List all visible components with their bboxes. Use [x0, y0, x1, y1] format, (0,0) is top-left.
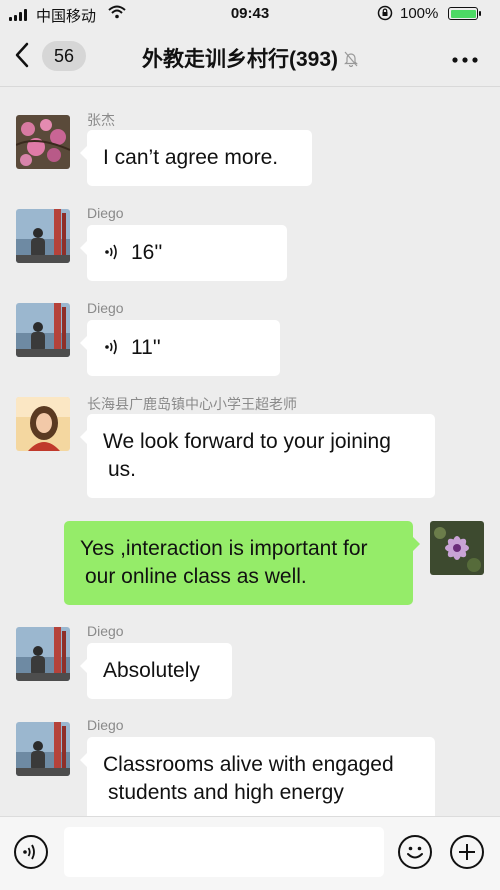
avatar[interactable]: [16, 303, 70, 357]
sender-name: 长海县广鹿岛镇中心小学王超老师: [87, 396, 297, 412]
message-bubble[interactable]: We look forward to your joining us.: [80, 414, 435, 498]
chat-title: 外教走训乡村行(393): [0, 43, 500, 73]
emoji-icon[interactable]: [398, 835, 432, 869]
message-text-line: students and high energy: [108, 781, 344, 804]
voice-duration: 11'': [131, 336, 161, 359]
message-text: Absolutely: [103, 659, 200, 682]
plus-icon[interactable]: [450, 835, 484, 869]
voice-message-bubble[interactable]: 11'': [80, 320, 280, 376]
message-text-line: our online class as well.: [85, 565, 307, 588]
message-bubble[interactable]: I can’t agree more.: [80, 130, 312, 186]
message-input[interactable]: [64, 827, 384, 877]
voice-duration: 16'': [131, 241, 163, 264]
avatar[interactable]: [430, 521, 484, 575]
orientation-lock-icon: [377, 5, 393, 25]
message-text-line: Classrooms alive with engaged: [103, 753, 394, 776]
message-list[interactable]: 张杰 I can’t agree more. Diego 16'' Diego …: [0, 87, 500, 816]
voice-message-bubble[interactable]: 16'': [80, 225, 287, 281]
voice-wave-icon: [103, 242, 123, 262]
avatar[interactable]: [16, 627, 70, 681]
message-text: I can’t agree more.: [103, 146, 279, 169]
avatar[interactable]: [16, 722, 70, 776]
input-bar: [0, 816, 500, 890]
chat-title-text: 外教走训乡村行(393): [141, 48, 339, 71]
message-bubble[interactable]: Absolutely: [80, 643, 232, 699]
sender-name: Diego: [87, 300, 124, 316]
sender-name: 张杰: [87, 112, 115, 128]
voice-icon[interactable]: [14, 835, 48, 869]
sender-name: Diego: [87, 623, 124, 639]
bell-slash-icon: [344, 49, 358, 68]
chat-header: 56 外教走训乡村行(393): [0, 28, 500, 87]
message-bubble-self[interactable]: Yes ,interaction is important for our on…: [64, 521, 420, 605]
message-bubble[interactable]: Classrooms alive with engaged students a…: [80, 737, 435, 816]
status-bar: 中国移动 09:43 100%: [0, 0, 500, 28]
avatar[interactable]: [16, 397, 70, 451]
sender-name: Diego: [87, 717, 124, 733]
sender-name: Diego: [87, 205, 124, 221]
avatar[interactable]: [16, 115, 70, 169]
battery-percent: 100%: [400, 5, 439, 22]
message-text-line: Yes ,interaction is important for: [80, 537, 368, 560]
avatar[interactable]: [16, 209, 70, 263]
message-text-line: We look forward to your joining: [103, 430, 391, 453]
voice-wave-icon: [103, 337, 123, 357]
message-text-line: us.: [108, 458, 137, 481]
more-dots-icon[interactable]: [452, 42, 478, 66]
battery-icon: [448, 7, 481, 20]
